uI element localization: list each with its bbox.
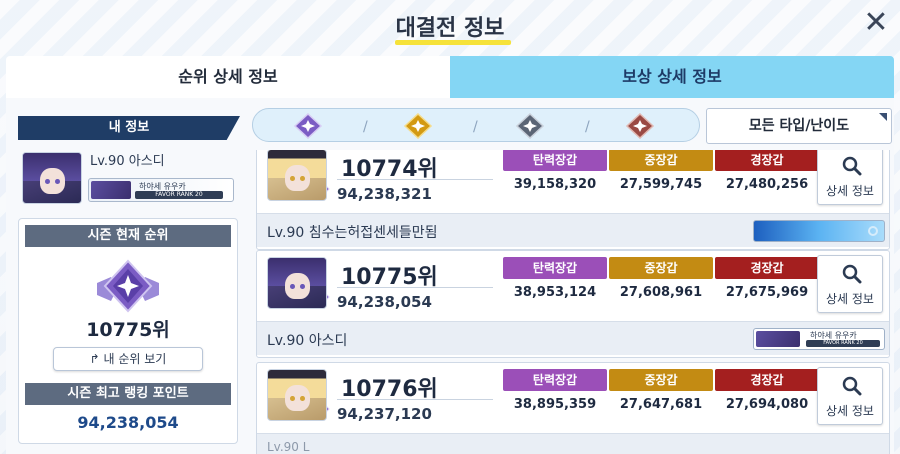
- tab-bar: 순위 상세 정보 보상 상세 정보: [6, 56, 894, 98]
- stat-label-light: 경장갑: [715, 257, 819, 279]
- stat-value-elastic: 39,158,320: [513, 177, 597, 192]
- avatar-face: [285, 385, 310, 411]
- card-thumbnail: [756, 331, 800, 347]
- rank-divider: [337, 287, 493, 288]
- page-title: 대결전 정보: [395, 16, 505, 41]
- avatar-eye: [290, 176, 295, 181]
- member-name: Lv.90 아스디: [267, 333, 348, 349]
- stat-value-light: 27,480,256: [725, 177, 809, 192]
- header: 대결전 정보 ✕: [0, 0, 900, 52]
- ranking-entry: 10775위 94,238,054 탄력장갑 중장갑 경장갑 38,953,12…: [256, 250, 890, 358]
- purple-emblem-icon[interactable]: [291, 113, 325, 139]
- stat-value-elastic: 38,895,359: [513, 397, 597, 412]
- member-card-plate: 하야세 유우카 FAVOR RANK 20: [753, 328, 885, 350]
- rank-divider: [337, 179, 493, 180]
- stat-label-heavy: 중장갑: [609, 369, 713, 391]
- season-box: 시즌 현재 순위 10775위 ↱ 내 순위 보기 시즌 최고 랭킹 포인트 9…: [18, 218, 238, 444]
- stat-value-elastic: 38,953,124: [513, 285, 597, 300]
- entry-top: 10776위 94,237,120 탄력장갑 중장갑 경장갑 38,895,35…: [257, 363, 889, 431]
- filter-separator: /: [363, 119, 368, 135]
- entry-avatar: [267, 150, 327, 201]
- my-nameplate: 하야세 유우카 FAVOR RANK 20: [88, 178, 234, 202]
- entry-bottom: Lv.90 침수는허접센세들만됨: [257, 213, 889, 247]
- nameplate-rank: FAVOR RANK 20: [135, 191, 223, 199]
- season-points: 94,238,054: [77, 413, 179, 432]
- entry-avatar: [267, 257, 327, 309]
- bronze-emblem-icon[interactable]: [623, 113, 657, 139]
- my-info-header: 내 정보: [18, 116, 240, 140]
- avatar-face: [285, 273, 310, 299]
- magnifier-icon: [842, 264, 862, 284]
- entry-bottom: Lv.90 아스디 하야세 유우카 FAVOR RANK 20: [257, 321, 889, 355]
- magnifier-icon: [842, 156, 862, 176]
- stat-value-heavy: 27,647,681: [619, 397, 703, 412]
- dropdown-label: 모든 타입/난이도: [748, 118, 850, 134]
- stat-label-elastic: 탄력장갑: [503, 257, 607, 279]
- stat-value-heavy: 27,599,745: [619, 177, 703, 192]
- detail-label: 상세 정보: [826, 404, 874, 418]
- my-level-name: Lv.90 아스디: [90, 154, 165, 169]
- magnifier-icon: [842, 376, 862, 396]
- avatar-eye: [45, 179, 50, 184]
- stat-label-elastic: 탄력장갑: [503, 369, 607, 391]
- entry-score: 94,238,054: [337, 293, 432, 311]
- entry-score: 94,238,321: [337, 185, 432, 203]
- tab-rank-details[interactable]: 순위 상세 정보: [6, 56, 450, 98]
- stat-value-light: 27,675,969: [725, 285, 809, 300]
- close-icon[interactable]: ✕: [860, 8, 892, 40]
- entry-top: 10774위 94,238,321 탄력장갑 중장갑 경장갑 39,158,32…: [257, 150, 889, 211]
- season-rank: 10775위: [86, 319, 170, 341]
- stat-value-heavy: 27,608,961: [619, 285, 703, 300]
- my-avatar: [22, 152, 82, 204]
- avatar-face: [285, 165, 310, 191]
- nameplate-thumbnail: [91, 181, 131, 199]
- season-current-label: 시즌 현재 순위: [25, 225, 231, 247]
- card-rank: FAVOR RANK 20: [806, 340, 880, 347]
- member-card-plate: [753, 220, 885, 242]
- gray-emblem-icon[interactable]: [513, 113, 547, 139]
- title-underline: [395, 40, 511, 45]
- stat-label-heavy: 중장갑: [609, 150, 713, 171]
- stat-label-light: 경장갑: [715, 150, 819, 171]
- season-best-label: 시즌 최고 랭킹 포인트: [25, 383, 231, 405]
- tab-reward-details[interactable]: 보상 상세 정보: [450, 56, 894, 98]
- entry-avatar: [267, 369, 327, 421]
- stat-label-heavy: 중장갑: [609, 257, 713, 279]
- ranking-entry: 10776위 94,237,120 탄력장갑 중장갑 경장갑 38,895,35…: [256, 362, 890, 454]
- rank-divider: [337, 399, 493, 400]
- season-emblem-icon: [97, 259, 159, 313]
- my-rank-button[interactable]: ↱ 내 순위 보기: [53, 347, 203, 371]
- avatar-face: [40, 168, 65, 194]
- detail-button[interactable]: 상세 정보: [817, 150, 883, 205]
- member-name: Lv.90 L: [267, 440, 310, 454]
- entry-top: 10775위 94,238,054 탄력장갑 중장갑 경장갑 38,953,12…: [257, 251, 889, 319]
- detail-label: 상세 정보: [826, 184, 874, 198]
- gold-emblem-icon[interactable]: [401, 113, 435, 139]
- ranking-list[interactable]: 10774위 94,238,321 탄력장갑 중장갑 경장갑 39,158,32…: [256, 150, 890, 454]
- member-name: Lv.90 침수는허접센세들만됨: [267, 225, 438, 241]
- stat-value-light: 27,694,080: [725, 397, 809, 412]
- detail-button[interactable]: 상세 정보: [817, 255, 883, 313]
- entry-score: 94,237,120: [337, 405, 432, 423]
- card-ring-icon: [868, 226, 878, 236]
- detail-button[interactable]: 상세 정보: [817, 367, 883, 425]
- filter-separator: /: [473, 119, 478, 135]
- filter-separator: /: [585, 119, 590, 135]
- difficulty-filter-bar: / / /: [252, 108, 700, 142]
- stat-label-light: 경장갑: [715, 369, 819, 391]
- stat-label-elastic: 탄력장갑: [503, 150, 607, 171]
- ranking-entry: 10774위 94,238,321 탄력장갑 중장갑 경장갑 39,158,32…: [256, 150, 890, 250]
- avatar-eye: [290, 396, 295, 401]
- avatar-eye: [290, 284, 295, 289]
- entry-bottom: Lv.90 L: [257, 433, 889, 454]
- dropdown-corner-icon: [879, 113, 887, 121]
- type-difficulty-dropdown[interactable]: 모든 타입/난이도: [706, 108, 892, 144]
- detail-label: 상세 정보: [826, 292, 874, 306]
